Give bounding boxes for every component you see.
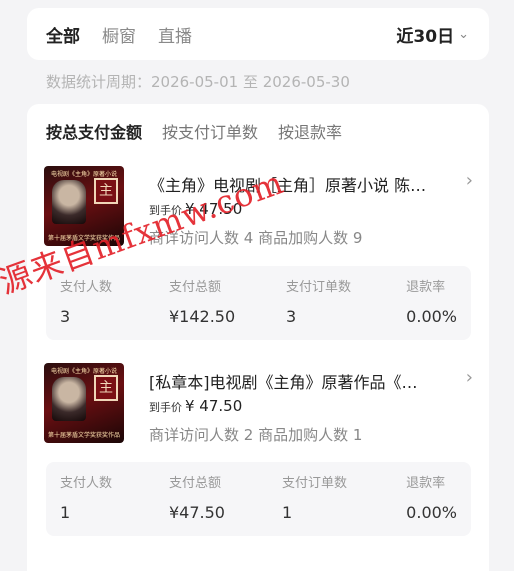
metric-value: 0.00% — [406, 503, 457, 522]
metric-payment-total: 支付总额 ¥142.50 — [169, 276, 235, 326]
metric-order-count: 支付订单数 1 — [282, 472, 347, 522]
metric-value: ¥142.50 — [169, 307, 236, 326]
metric-refund-rate: 退款率 0.00% — [406, 472, 457, 522]
chevron-right-icon[interactable]: › — [466, 170, 473, 191]
product-visit-stats: 商详访问人数 2 商品加购人数 1 — [149, 426, 363, 444]
metric-value: ¥47.50 — [169, 503, 225, 522]
metric-value: 3 — [286, 307, 297, 326]
price-value: ¥ 47.50 — [185, 397, 243, 415]
portrait-image — [52, 180, 86, 224]
sort-tabs: 按总支付金额 按支付订单数 按退款率 — [46, 119, 342, 143]
metric-payment-total: 支付总额 ¥47.50 — [169, 472, 225, 522]
metric-label: 支付订单数 — [282, 476, 348, 491]
product-price: 到手价 ¥ 47.50 — [149, 397, 242, 415]
metric-buyers: 支付人数 1 — [60, 472, 112, 522]
product-thumbnail: 电视剧《主角》原著小说 主 第十届茅盾文学奖获奖作品 — [44, 363, 124, 443]
thumb-top-text: 电视剧《主角》原著小说 — [50, 368, 117, 375]
product-title[interactable]: [私章本]电视剧《主角》原著作品《… — [149, 369, 439, 393]
metric-label: 支付订单数 — [286, 280, 352, 295]
tab-live[interactable]: 直播 — [158, 22, 192, 47]
period-label: 近30日 — [396, 27, 455, 47]
metric-label: 支付总额 — [169, 280, 222, 295]
metric-refund-rate: 退款率 0.00% — [406, 276, 457, 326]
tab-showcase[interactable]: 橱窗 — [102, 22, 136, 47]
product-metrics: 支付人数 1 支付总额 ¥47.50 支付订单数 1 退款率 0.00% — [46, 462, 471, 536]
seal-stamp: 主 — [94, 375, 118, 401]
price-label: 到手价 — [149, 401, 182, 414]
chevron-down-icon: ⌄ — [458, 27, 469, 42]
thumb-bottom-text: 第十届茅盾文学奖获奖作品 — [47, 432, 120, 439]
seal-stamp: 主 — [94, 178, 118, 204]
metric-value: 3 — [60, 307, 71, 326]
metric-value: 0.00% — [406, 307, 457, 326]
metric-value: 1 — [282, 503, 293, 522]
sort-by-refund-rate[interactable]: 按退款率 — [278, 119, 342, 143]
sort-by-payment-amount[interactable]: 按总支付金额 — [46, 119, 142, 143]
stat-period: 数据统计周期：2026-05-01 至 2026-05-30 — [46, 73, 350, 91]
channel-tabs: 全部 橱窗 直播 — [46, 22, 192, 47]
metric-order-count: 支付订单数 3 — [286, 276, 351, 326]
metric-value: 1 — [60, 503, 71, 522]
metric-label: 支付人数 — [60, 476, 113, 491]
thumb-top-text: 电视剧《主角》原著小说 — [50, 171, 117, 178]
tab-all[interactable]: 全部 — [46, 22, 80, 47]
metric-label: 支付总额 — [169, 476, 222, 491]
metric-label: 退款率 — [406, 280, 446, 295]
metric-label: 退款率 — [406, 476, 446, 491]
filter-header: 全部 橱窗 直播 近30日 ⌄ — [27, 8, 489, 60]
sort-by-order-count[interactable]: 按支付订单数 — [162, 119, 258, 143]
chevron-right-icon[interactable]: › — [466, 367, 473, 388]
metric-buyers: 支付人数 3 — [60, 276, 112, 326]
period-selector[interactable]: 近30日 ⌄ — [396, 22, 469, 47]
portrait-image — [52, 377, 86, 421]
product-metrics: 支付人数 3 支付总额 ¥142.50 支付订单数 3 退款率 0.00% — [46, 266, 471, 340]
